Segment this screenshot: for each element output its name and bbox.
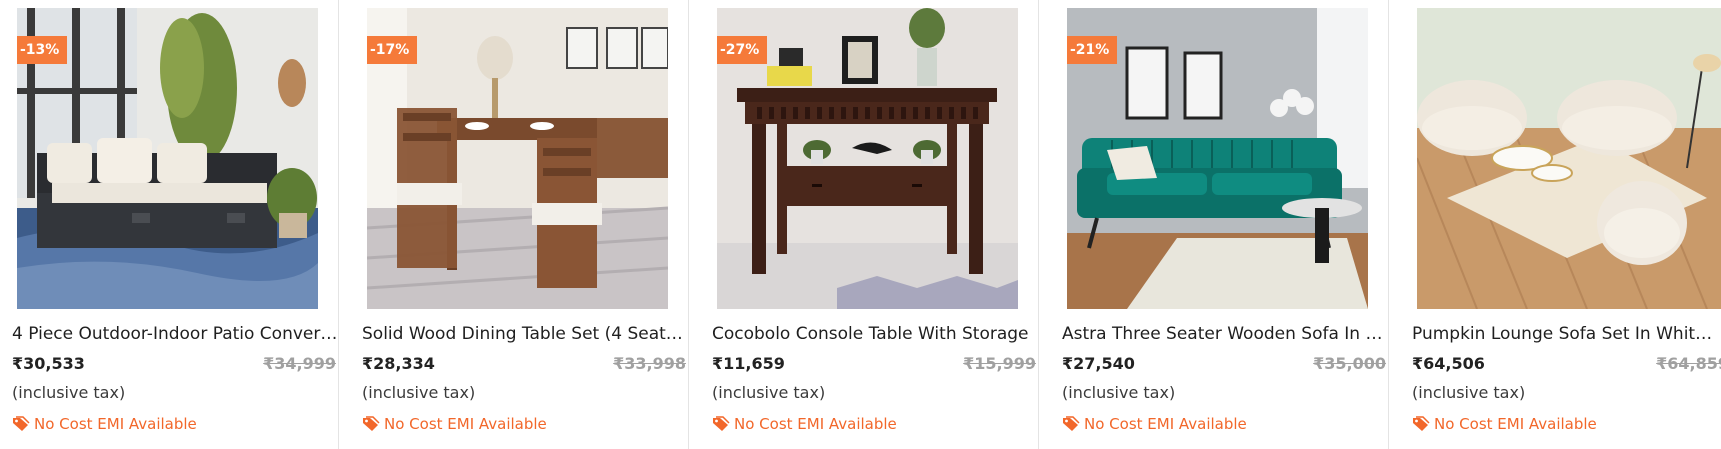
tax-note: (inclusive tax) xyxy=(1412,383,1526,402)
emi-label: No Cost EMI Available xyxy=(734,415,897,433)
card-divider xyxy=(1038,0,1039,449)
original-price: ₹35,000 xyxy=(1313,354,1386,373)
emi-label: No Cost EMI Available xyxy=(1084,415,1247,433)
product-image[interactable]: -17% xyxy=(367,8,668,309)
discount-badge: -13% xyxy=(17,36,68,64)
product-title[interactable]: Pumpkin Lounge Sofa Set In White Col... xyxy=(1412,322,1721,346)
sale-price: ₹28,334 xyxy=(362,354,435,373)
discount-badge: -17% xyxy=(367,36,418,64)
card-divider xyxy=(338,0,339,449)
tax-note: (inclusive tax) xyxy=(1062,383,1176,402)
emi-offer: No Cost EMI Available xyxy=(362,413,547,435)
product-image[interactable]: -13% xyxy=(17,8,318,309)
tax-note: (inclusive tax) xyxy=(12,383,126,402)
discount-badge: -27% xyxy=(717,36,768,64)
product-image[interactable]: -21% xyxy=(1067,8,1368,309)
emi-offer: No Cost EMI Available xyxy=(712,413,897,435)
pumpkin-lounge-sofa-photo xyxy=(1417,8,1721,309)
card-divider xyxy=(1388,0,1389,449)
card-divider xyxy=(688,0,689,449)
original-price: ₹15,999 xyxy=(963,354,1036,373)
product-card[interactable]: Pumpkin Lounge Sofa Set In White Col... … xyxy=(1412,0,1721,449)
emi-label: No Cost EMI Available xyxy=(384,415,547,433)
price-tag-icon xyxy=(363,416,380,431)
emi-label: No Cost EMI Available xyxy=(1434,415,1597,433)
emi-offer: No Cost EMI Available xyxy=(12,413,197,435)
sale-price: ₹11,659 xyxy=(712,354,785,373)
sale-price: ₹30,533 xyxy=(12,354,85,373)
discount-badge: -21% xyxy=(1067,36,1118,64)
emi-label: No Cost EMI Available xyxy=(34,415,197,433)
product-carousel: -13% 4 Piece Outdoor-Indoor Patio Conver… xyxy=(0,0,1721,449)
emi-offer: No Cost EMI Available xyxy=(1412,413,1597,435)
price-tag-icon xyxy=(1413,416,1430,431)
product-image[interactable]: -27% xyxy=(717,8,1018,309)
original-price: ₹34,999 xyxy=(263,354,336,373)
product-title[interactable]: Cocobolo Console Table With Storage xyxy=(712,322,1038,346)
sale-price: ₹27,540 xyxy=(1062,354,1135,373)
sale-price: ₹64,506 xyxy=(1412,354,1485,373)
emi-offer: No Cost EMI Available xyxy=(1062,413,1247,435)
price-tag-icon xyxy=(13,416,30,431)
price-tag-icon xyxy=(713,416,730,431)
product-title[interactable]: Solid Wood Dining Table Set (4 Seater) xyxy=(362,322,688,346)
product-card[interactable]: -21% Astra Three Seater Wooden Sofa In G… xyxy=(1062,0,1400,449)
price-tag-icon xyxy=(1063,416,1080,431)
original-price: ₹64,859 xyxy=(1656,354,1721,373)
product-card[interactable]: -13% 4 Piece Outdoor-Indoor Patio Conver… xyxy=(12,0,350,449)
original-price: ₹33,998 xyxy=(613,354,686,373)
tax-note: (inclusive tax) xyxy=(362,383,476,402)
product-image[interactable] xyxy=(1417,8,1721,309)
product-card[interactable]: -17% Solid Wood Dining Table Set (4 Seat… xyxy=(362,0,700,449)
product-card[interactable]: -27% Cocobolo Console Table With Storage… xyxy=(712,0,1050,449)
tax-note: (inclusive tax) xyxy=(712,383,826,402)
product-title[interactable]: 4 Piece Outdoor-Indoor Patio Convers... xyxy=(12,322,338,346)
product-title[interactable]: Astra Three Seater Wooden Sofa In Gr... xyxy=(1062,322,1388,346)
